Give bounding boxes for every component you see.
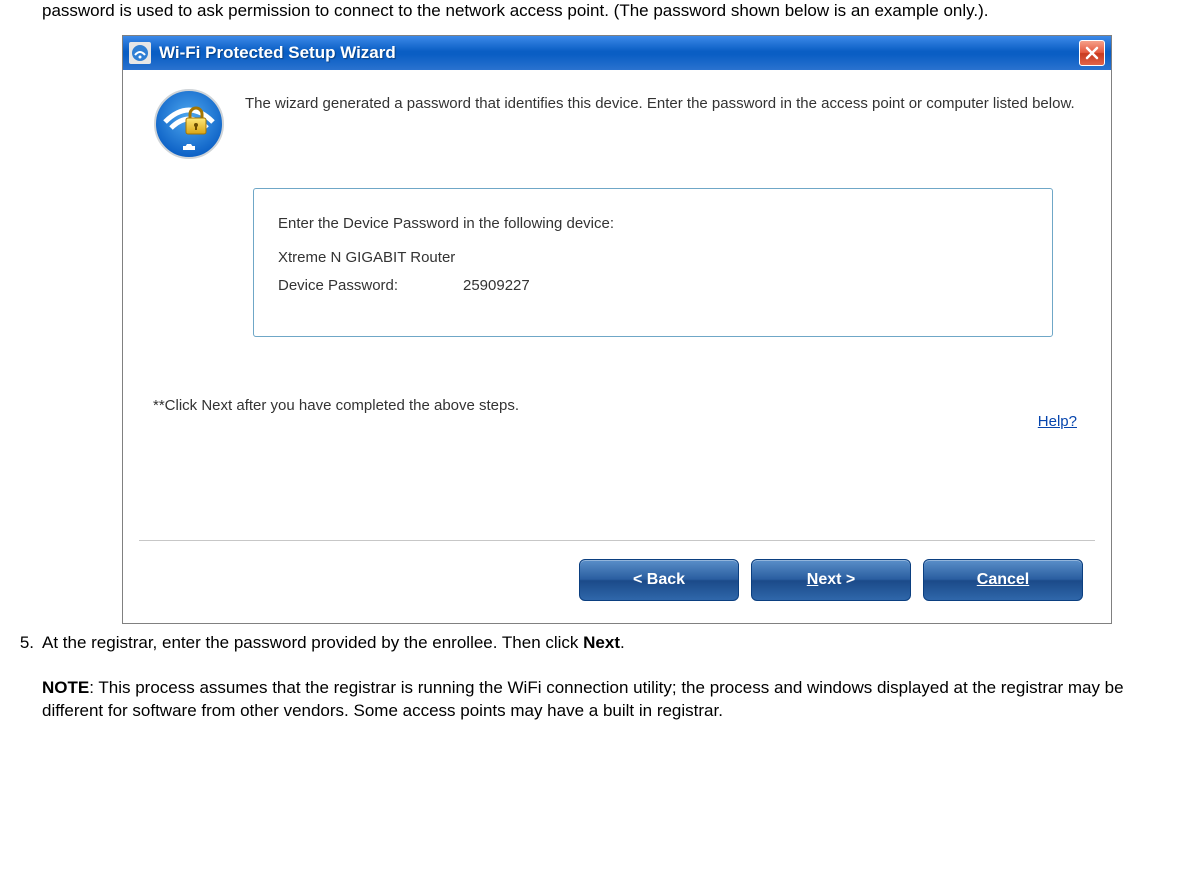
wizard-instruction: The wizard generated a password that ide…	[245, 88, 1075, 114]
step-number: 5.	[12, 632, 34, 655]
note-paragraph: NOTE: This process assumes that the regi…	[42, 677, 1181, 723]
back-button[interactable]: < Back	[579, 559, 739, 601]
device-box-title: Enter the Device Password in the followi…	[278, 211, 1028, 237]
wizard-footer: < Back Next > Cancel	[139, 540, 1095, 623]
close-icon	[1085, 46, 1099, 60]
device-name: Xtreme N GIGABIT Router	[278, 245, 1028, 271]
wizard-titlebar: Wi-Fi Protected Setup Wizard	[123, 36, 1111, 70]
wizard-next-note: **Click Next after you have completed th…	[153, 397, 1081, 414]
help-link[interactable]: Help?	[1038, 413, 1077, 430]
step-5: 5. At the registrar, enter the password …	[12, 632, 1181, 655]
note-text: : This process assumes that the registra…	[42, 678, 1124, 720]
note-label: NOTE	[42, 678, 89, 697]
wizard-title: Wi-Fi Protected Setup Wizard	[159, 43, 1079, 63]
device-password-value: 25909227	[463, 273, 530, 299]
cancel-button[interactable]: Cancel	[923, 559, 1083, 601]
wizard-body: The wizard generated a password that ide…	[123, 70, 1111, 540]
intro-paragraph: password is used to ask permission to co…	[42, 0, 1181, 23]
back-button-label: < Back	[633, 571, 685, 589]
device-password-row: Device Password: 25909227	[278, 273, 1028, 299]
device-password-label: Device Password:	[278, 273, 463, 299]
step-bold-next: Next	[583, 633, 620, 652]
next-button-underline: N	[807, 571, 819, 589]
step-text-before: At the registrar, enter the password pro…	[42, 633, 583, 652]
step-text-after: .	[620, 633, 625, 652]
wifi-lock-icon	[153, 88, 225, 160]
device-password-box: Enter the Device Password in the followi…	[253, 188, 1053, 337]
next-button-rest: ext >	[818, 571, 855, 589]
titlebar-app-icon	[129, 42, 151, 64]
cancel-button-label: Cancel	[977, 571, 1029, 589]
close-button[interactable]	[1079, 40, 1105, 66]
next-button[interactable]: Next >	[751, 559, 911, 601]
wizard-window: Wi-Fi Protected Setup Wizard	[122, 35, 1112, 624]
